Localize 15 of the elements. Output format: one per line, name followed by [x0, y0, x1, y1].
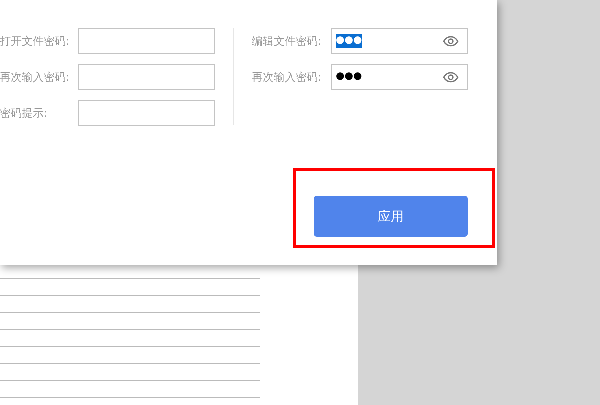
- eye-icon[interactable]: [443, 72, 459, 82]
- password-field[interactable]: ●●●: [331, 28, 468, 54]
- text-field[interactable]: [78, 100, 215, 126]
- field-label: 打开文件密码:: [0, 34, 71, 48]
- field-label: 编辑文件密码:: [252, 34, 323, 48]
- password-dots: ●●●: [336, 70, 362, 84]
- field-label: 密码提示:: [0, 106, 49, 120]
- field-label: 再次输入密码:: [252, 70, 323, 84]
- text-field[interactable]: [78, 28, 215, 54]
- field-label: 再次输入密码:: [0, 70, 71, 84]
- password-field[interactable]: ●●●: [331, 64, 468, 90]
- text-field[interactable]: [78, 64, 215, 90]
- apply-button[interactable]: 应用: [314, 196, 468, 237]
- password-dots: ●●●: [336, 34, 362, 48]
- eye-icon[interactable]: [443, 36, 459, 46]
